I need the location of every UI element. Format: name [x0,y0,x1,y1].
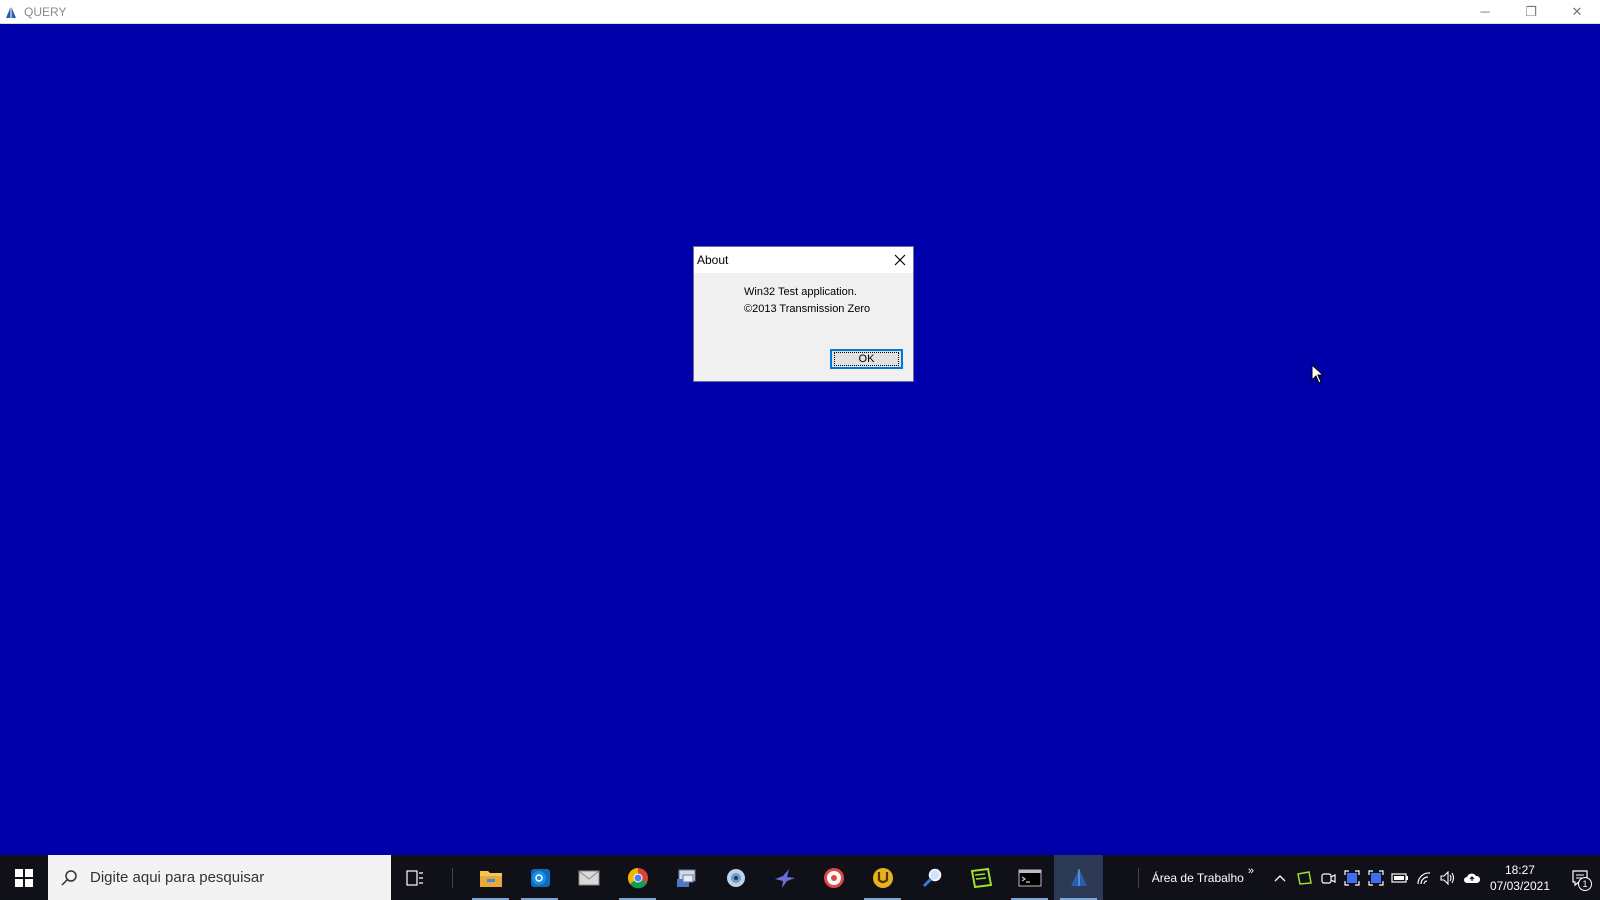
notification-count-badge: 1 [1578,877,1592,891]
minimize-button[interactable]: ─ [1462,0,1508,23]
taskbar: Digite aqui para pesquisar Área de Traba… [0,855,1600,900]
windows-logo-icon [15,868,33,887]
chevron-up-icon [1274,874,1286,881]
clock-time: 18:27 [1504,862,1535,877]
dialog-close-button[interactable] [891,251,909,269]
utility-icon [872,867,893,888]
network-icon [676,869,695,887]
taskbar-app-snip[interactable] [956,855,1005,900]
screen: QUERY ─ ❐ ✕ About Win32 Test application… [0,0,1600,900]
taskbar-app-network[interactable] [662,855,711,900]
close-icon: ✕ [1571,3,1583,19]
taskbar-search-box[interactable]: Digite aqui para pesquisar [48,855,391,900]
taskbar-app-file-explorer[interactable] [466,855,515,900]
volume-icon [1440,870,1454,885]
tray-wifi-icon[interactable] [1412,855,1436,900]
restore-button[interactable]: ❐ [1508,0,1554,23]
snip-icon [970,867,992,888]
mouse-cursor-icon [1311,364,1325,384]
action-center-button[interactable]: 1 [1560,855,1600,900]
magnifier-icon [922,868,941,887]
dialog-line-copyright: ©2013 Transmission Zero [744,303,871,315]
outlook-icon [530,868,550,887]
search-icon [61,869,77,886]
bird-app-icon [774,868,795,888]
toolbar-chevron-icon[interactable]: » [1248,865,1254,877]
app-client-area [0,24,1600,855]
restore-icon: ❐ [1525,3,1537,19]
taskbar-app-mail[interactable] [564,855,613,900]
close-icon [894,254,906,266]
taskbar-app-magnifier[interactable] [907,855,956,900]
chrome-icon [627,867,648,888]
taskbar-app-utility[interactable] [858,855,907,900]
tray-snip-icon[interactable] [1292,855,1316,900]
ok-button[interactable]: OK [830,349,903,369]
camera-icon [1321,872,1336,884]
search-placeholder: Digite aqui para pesquisar [90,869,265,886]
cloud-icon [1463,873,1480,883]
pinned-apps [466,855,1103,900]
ok-button-label: OK [833,352,900,366]
mail-icon [578,870,599,885]
taskbar-app-chrome[interactable] [613,855,662,900]
dialog-titlebar[interactable]: About [694,247,913,273]
close-button[interactable]: ✕ [1554,0,1600,23]
minimize-icon: ─ [1480,4,1490,19]
disc-icon [823,867,844,888]
taskbar-clock[interactable]: 18:27 07/03/2021 [1490,862,1550,894]
file-explorer-icon [479,870,502,887]
clock-date: 07/03/2021 [1489,878,1550,893]
dialog-title: About [697,253,729,267]
query-app-icon [4,5,18,19]
battery-icon [1391,872,1408,883]
tray-divider [1137,867,1139,888]
about-dialog: About Win32 Test application. ©2013 Tran… [693,246,914,382]
screen-capture-icon [1368,869,1384,886]
taskbar-app-cmd[interactable] [1005,855,1054,900]
window-title: QUERY [24,4,67,19]
tray-onedrive-icon[interactable] [1460,855,1484,900]
wifi-icon [1417,871,1430,884]
webcam-icon [726,868,745,887]
taskbar-app-outlook[interactable] [515,855,564,900]
taskbar-app-webcam[interactable] [711,855,760,900]
desktop-toolbar[interactable]: Área de Trabalho [1152,871,1244,885]
dialog-message: Win32 Test application. ©2013 Transmissi… [744,284,870,318]
taskbar-app-bird[interactable] [760,855,809,900]
tray-volume-icon[interactable] [1436,855,1460,900]
taskbar-divider [452,867,453,888]
screen-capture-icon [1344,869,1360,886]
tray-capture-icon-2[interactable] [1364,855,1388,900]
query-app-icon [1070,868,1087,886]
cmd-icon [1018,869,1041,886]
system-tray: Área de Trabalho » 18:27 07/03/2021 1 [1125,855,1600,900]
tray-battery-icon[interactable] [1388,855,1412,900]
tray-capture-icon-1[interactable] [1340,855,1364,900]
snip-tray-icon [1297,870,1312,885]
taskbar-app-disc[interactable] [809,855,858,900]
tray-camera-icon[interactable] [1316,855,1340,900]
window-titlebar[interactable]: QUERY ─ ❐ ✕ [0,0,1600,24]
start-button[interactable] [0,855,48,900]
task-view-icon [406,869,423,886]
dialog-line-app: Win32 Test application. [744,286,857,298]
task-view-button[interactable] [391,855,439,900]
taskbar-app-query[interactable] [1054,855,1103,900]
show-hidden-icons-button[interactable] [1268,855,1292,900]
